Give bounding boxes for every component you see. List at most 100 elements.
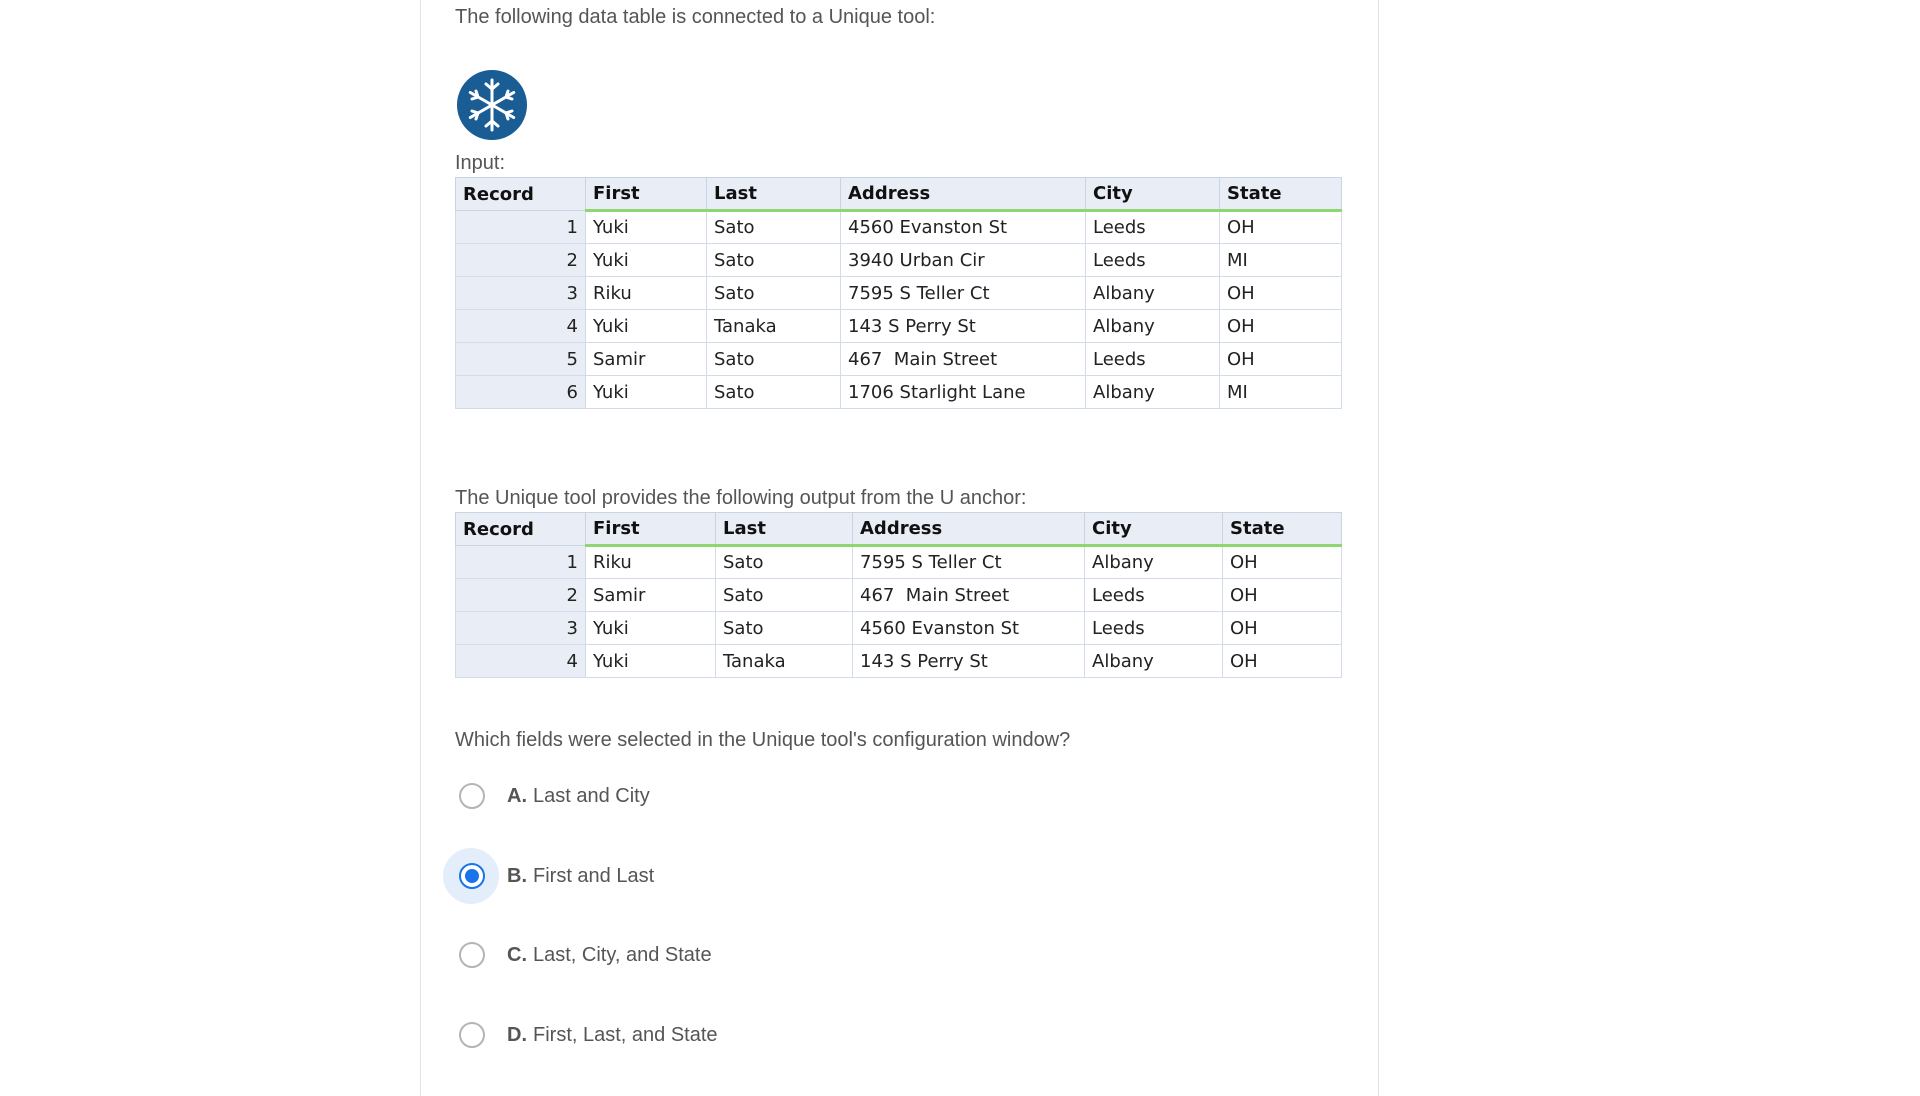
radio-button[interactable] (459, 863, 485, 889)
table-cell: 467 Main Street (840, 342, 1086, 376)
table-cell: 4560 Evanston St (840, 210, 1086, 244)
table-cell: Albany (1085, 309, 1220, 343)
table-cell: OH (1219, 342, 1342, 376)
option-label[interactable]: C. Last, City, and State (507, 944, 712, 967)
table-cell: 6 (455, 375, 586, 409)
column-header: Address (840, 177, 1086, 212)
column-header: Record (455, 177, 586, 211)
table-cell: Riku (585, 276, 707, 310)
table-cell: Albany (1084, 644, 1223, 678)
table-cell: Tanaka (715, 644, 853, 678)
table-cell: 1706 Starlight Lane (840, 375, 1086, 409)
table-row: 3 Riku Sato 7595 S Teller Ct Albany OH (455, 276, 1342, 310)
table-cell: Samir (585, 342, 707, 376)
table-cell: OH (1222, 644, 1342, 678)
radio-button[interactable] (459, 942, 485, 968)
table-cell: Samir (585, 578, 716, 612)
option-label[interactable]: B. First and Last (507, 865, 654, 888)
table-cell: Yuki (585, 210, 707, 244)
table-cell: Sato (715, 611, 853, 645)
table-cell: Yuki (585, 243, 707, 277)
column-header: City (1085, 177, 1220, 212)
table-cell: Sato (715, 578, 853, 612)
table-cell: Yuki (585, 309, 707, 343)
column-header: Record (455, 512, 586, 546)
table-header-row: Record First Last Address City State (455, 512, 1342, 547)
table-row: 1 Riku Sato 7595 S Teller Ct Albany OH (455, 545, 1342, 579)
table-cell: 4 (455, 644, 586, 678)
table-row: 3 Yuki Sato 4560 Evanston St Leeds OH (455, 611, 1342, 645)
output-table: Record First Last Address City State 1 Riku Sat… (455, 512, 1342, 678)
table-cell: Albany (1084, 545, 1223, 579)
table-cell: Leeds (1085, 243, 1220, 277)
table-cell: Sato (706, 276, 841, 310)
table-cell: 5 (455, 342, 586, 376)
column-header: City (1084, 512, 1223, 547)
radio-button[interactable] (459, 1022, 485, 1048)
column-header: First (585, 512, 716, 547)
column-header: Last (715, 512, 853, 547)
option-label[interactable]: D. First, Last, and State (507, 1024, 718, 1047)
table-cell: Sato (706, 375, 841, 409)
table-cell: Leeds (1084, 611, 1223, 645)
table-cell: 3 (455, 276, 586, 310)
table-cell: OH (1219, 309, 1342, 343)
table-cell: 3 (455, 611, 586, 645)
table-row: 4 Yuki Tanaka 143 S Perry St Albany OH (455, 644, 1342, 678)
table-cell: OH (1222, 578, 1342, 612)
table-cell: 7595 S Teller Ct (840, 276, 1086, 310)
table-cell: Sato (706, 243, 841, 277)
option-text: Last and City (533, 784, 650, 807)
table-row: 6 Yuki Sato 1706 Starlight Lane Albany MI (455, 375, 1342, 409)
table-cell: 1 (455, 545, 586, 579)
option-text: First, Last, and State (533, 1023, 718, 1046)
table-cell: OH (1219, 276, 1342, 310)
table-cell: Riku (585, 545, 716, 579)
radio-button[interactable] (459, 783, 485, 809)
table-cell: OH (1222, 545, 1342, 579)
question-card: The following data table is connected to… (420, 0, 1379, 1096)
table-row: 1 Yuki Sato 4560 Evanston St Leeds OH (455, 210, 1342, 244)
table-cell: 467 Main Street (852, 578, 1085, 612)
table-cell: OH (1219, 210, 1342, 244)
option-letter: D. (507, 1023, 527, 1046)
option-letter: A. (507, 784, 527, 807)
table-cell: Sato (706, 342, 841, 376)
column-header: Last (706, 177, 841, 212)
intro-text: The following data table is connected to… (455, 6, 936, 28)
table-cell: 4 (455, 309, 586, 343)
table-row: 2 Yuki Sato 3940 Urban Cir Leeds MI (455, 243, 1342, 277)
column-header: State (1222, 512, 1342, 547)
table-cell: 3940 Urban Cir (840, 243, 1086, 277)
option-text: First and Last (533, 864, 655, 887)
output-label: The Unique tool provides the following o… (455, 487, 1027, 509)
column-header: Address (852, 512, 1085, 547)
table-cell: Yuki (585, 375, 707, 409)
table-row: 5 Samir Sato 467 Main Street Leeds OH (455, 342, 1342, 376)
table-cell: 143 S Perry St (840, 309, 1086, 343)
table-cell: Yuki (585, 644, 716, 678)
table-cell: MI (1219, 243, 1342, 277)
table-cell: MI (1219, 375, 1342, 409)
table-cell: Yuki (585, 611, 716, 645)
question-prompt: Which fields were selected in the Unique… (455, 729, 1071, 751)
table-cell: 7595 S Teller Ct (852, 545, 1085, 579)
input-label: Input: (455, 152, 506, 174)
snowflake-icon (457, 70, 527, 140)
table-cell: Albany (1085, 375, 1220, 409)
column-header: First (585, 177, 707, 212)
table-cell: Tanaka (706, 309, 841, 343)
table-cell: Leeds (1084, 578, 1223, 612)
table-cell: 2 (455, 243, 586, 277)
table-cell: Sato (706, 210, 841, 244)
column-header: State (1219, 177, 1342, 212)
table-header-row: Record First Last Address City State (455, 177, 1342, 212)
table-cell: 4560 Evanston St (852, 611, 1085, 645)
input-table: Record First Last Address City State 1 Yuki Sat… (455, 177, 1342, 409)
table-row: 4 Yuki Tanaka 143 S Perry St Albany OH (455, 309, 1342, 343)
table-cell: OH (1222, 611, 1342, 645)
table-cell: Leeds (1085, 210, 1220, 244)
option-letter: B. (507, 864, 527, 887)
option-label[interactable]: A. Last and City (507, 785, 650, 808)
option-text: Last, City, and State (533, 943, 712, 966)
